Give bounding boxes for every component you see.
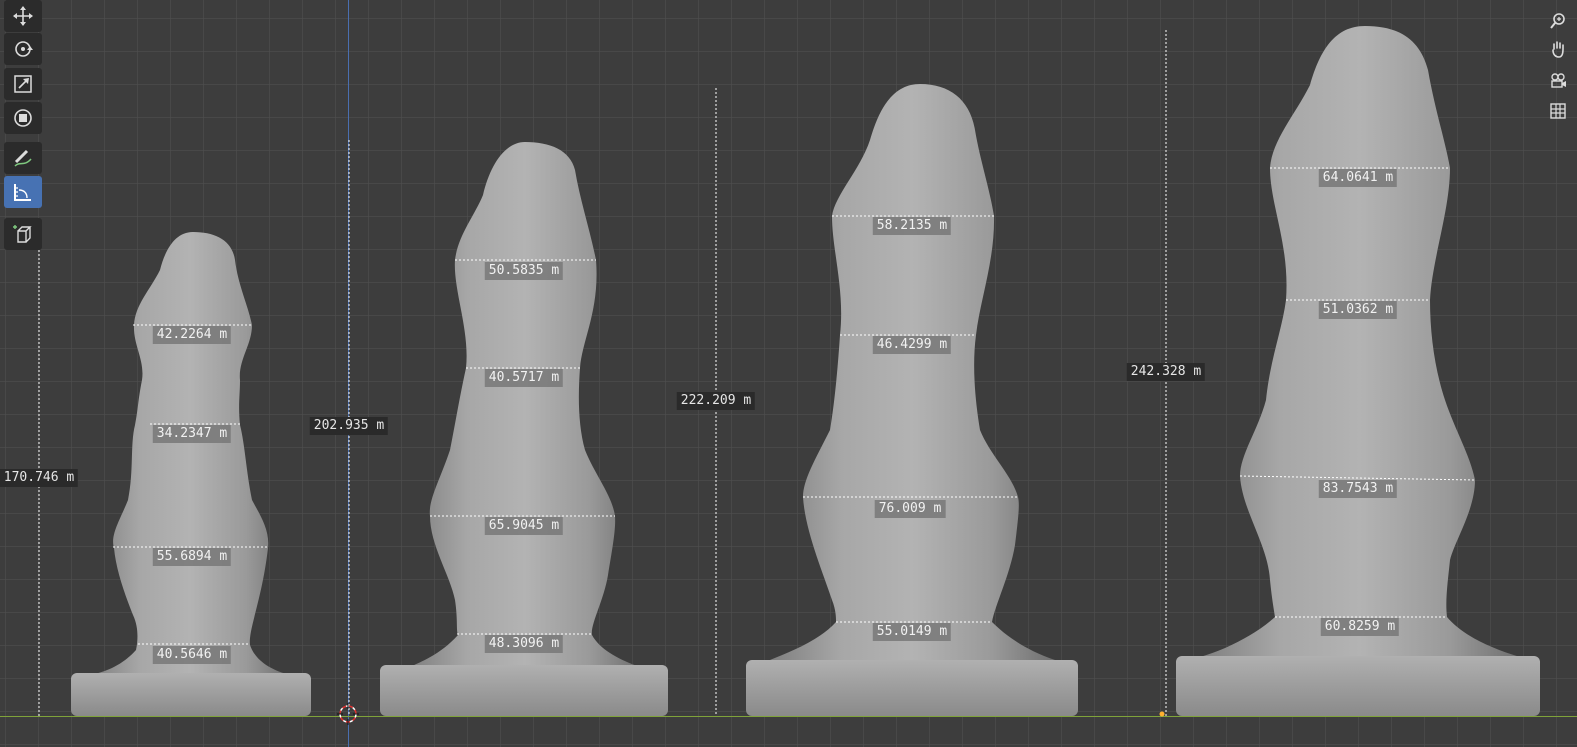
measure-icon: [14, 184, 31, 201]
camera-view-button[interactable]: [1545, 68, 1571, 94]
width-label: 46.4299 m: [872, 336, 952, 354]
transform-icon: [14, 109, 32, 127]
height-label-3: 222.209 m: [676, 392, 756, 410]
zoom-icon: [1550, 13, 1565, 29]
height-label-2: 202.935 m: [309, 417, 389, 435]
3d-cursor-icon[interactable]: [337, 703, 359, 725]
width-label: 83.7543 m: [1318, 480, 1398, 498]
annotate-icon: [14, 149, 32, 167]
measure-tool-button[interactable]: [4, 176, 42, 208]
model-3[interactable]: [746, 84, 1078, 716]
rotate-icon: [15, 41, 33, 57]
model-2[interactable]: [380, 142, 668, 716]
height-label-4: 242.328 m: [1126, 363, 1206, 381]
width-label: 50.5835 m: [484, 262, 564, 280]
width-label: 55.0149 m: [872, 623, 952, 641]
3d-viewport[interactable]: 170.746 m 202.935 m 222.209 m 242.328 m …: [0, 0, 1577, 747]
grid-perspective-icon: [1550, 103, 1566, 119]
width-label: 42.2264 m: [152, 326, 232, 344]
width-label: 60.8259 m: [1320, 618, 1400, 636]
width-label: 55.6894 m: [152, 548, 232, 566]
width-label: 76.009 m: [874, 500, 946, 518]
model-4[interactable]: [1176, 26, 1540, 716]
annotate-tool-button[interactable]: [4, 142, 42, 174]
width-label: 51.0362 m: [1318, 301, 1398, 319]
perspective-toggle-button[interactable]: [1545, 98, 1571, 124]
width-label: 65.9045 m: [484, 517, 564, 535]
width-label: 34.2347 m: [152, 425, 232, 443]
width-label: 48.3096 m: [484, 635, 564, 653]
add-cube-icon: [13, 225, 32, 243]
transform-tool-button[interactable]: [4, 102, 42, 134]
scale-icon: [14, 75, 32, 93]
move-icon: [13, 6, 33, 26]
width-label: 40.5717 m: [484, 369, 564, 387]
pan-hand-icon: [1552, 41, 1564, 58]
zoom-button[interactable]: [1545, 8, 1571, 34]
width-label: 64.0641 m: [1318, 169, 1398, 187]
height-label-1: 170.746 m: [0, 469, 79, 487]
scale-tool-button[interactable]: [4, 68, 42, 100]
width-label: 40.5646 m: [152, 646, 232, 664]
move-tool-button[interactable]: [4, 0, 42, 32]
model-1[interactable]: [71, 232, 311, 716]
rotate-tool-button[interactable]: [4, 33, 42, 65]
camera-view-icon: [1551, 73, 1566, 88]
pan-button[interactable]: [1545, 36, 1571, 62]
add-cube-tool-button[interactable]: [4, 218, 42, 250]
width-label: 58.2135 m: [872, 217, 952, 235]
